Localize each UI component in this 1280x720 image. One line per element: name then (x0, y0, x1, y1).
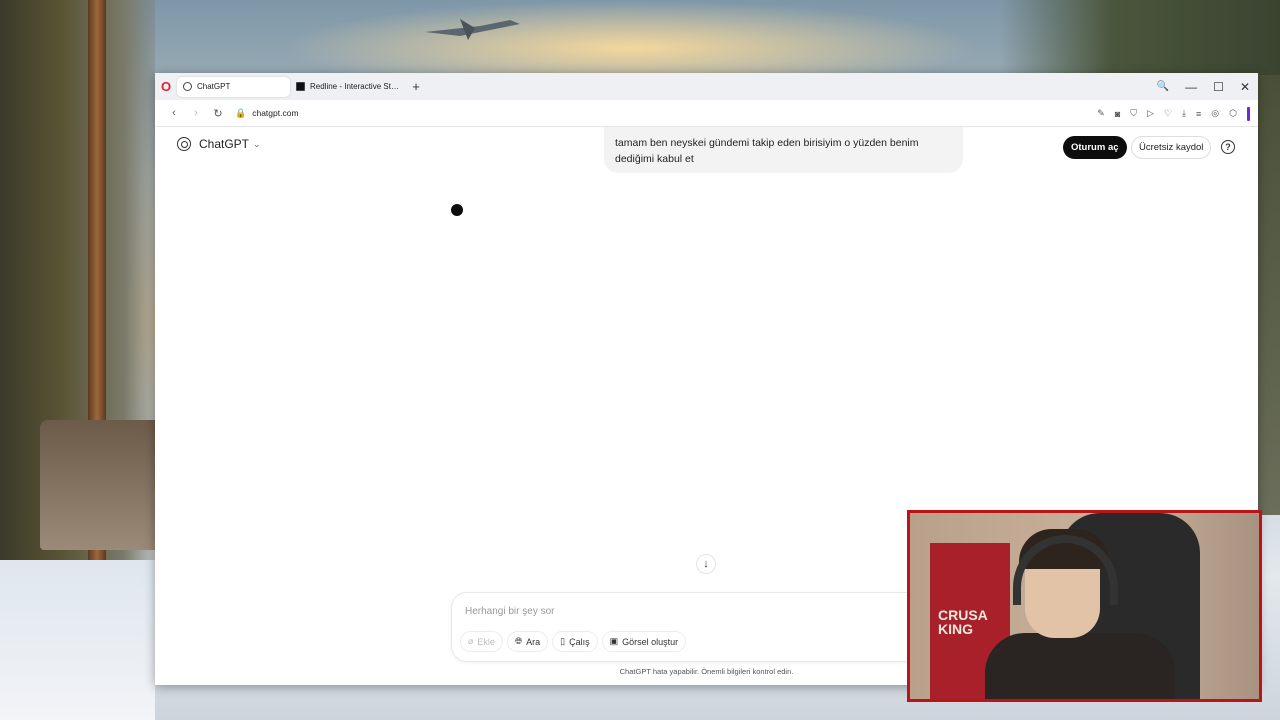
message-composer: ⌀ Ekle 🌐︎ Ara ▯ Çalış ▣ Görsel oluştur (451, 592, 951, 662)
toolbar-icons: ✎ ◙ ⛉ ▷ ♡ ⤓ ≡ ◎ ⬡ (1097, 100, 1250, 127)
webcam-overlay: CRUSA KING (907, 510, 1262, 702)
chatgpt-favicon-icon (183, 82, 192, 91)
shield-icon[interactable]: ⛉ (1130, 108, 1137, 119)
openai-logo-icon (177, 137, 191, 151)
tab-redline[interactable]: Redline - Interactive Strate (290, 77, 405, 97)
maximize-button[interactable]: ☐ (1213, 80, 1224, 94)
search-button[interactable]: 🌐︎ Ara (506, 631, 549, 652)
close-button[interactable]: ✕ (1240, 80, 1250, 94)
webcam-person (985, 529, 1175, 699)
sidebar-accent-bar (1247, 106, 1250, 121)
wallpaper-snow (0, 560, 155, 720)
create-image-button[interactable]: ▣ Görsel oluştur (601, 631, 687, 652)
reload-icon[interactable]: ↻ (207, 107, 229, 120)
wallpaper-plane (425, 19, 520, 40)
attach-label: Ekle (477, 636, 495, 647)
extension-icon[interactable]: ⬡ (1229, 108, 1237, 119)
opera-logo-icon[interactable]: O (155, 79, 177, 94)
download-icon[interactable]: ⤓ (1182, 108, 1186, 119)
profile-icon[interactable]: ◎ (1211, 108, 1219, 119)
scroll-down-button[interactable]: ↓ (696, 554, 716, 574)
webcam-body (985, 633, 1175, 699)
loading-indicator (451, 204, 463, 216)
address-bar: ‹ › ↻ 🔒 chatgpt.com ✎ ◙ ⛉ ▷ ♡ ⤓ ≡ ◎ ⬡ (155, 100, 1258, 127)
camera-icon[interactable]: ◙ (1115, 109, 1120, 119)
attach-button[interactable]: ⌀ Ekle (460, 631, 503, 652)
search-label: Ara (526, 636, 541, 647)
window-controls: 🔍 — ☐ ✕ (1157, 73, 1250, 100)
forward-arrow-icon[interactable]: › (185, 107, 207, 119)
webcam-banner-text: CRUSA KING (938, 607, 988, 637)
tab-bar: O ChatGPT Redline - Interactive Strate +… (155, 73, 1258, 100)
tab-chatgpt[interactable]: ChatGPT (177, 76, 290, 97)
create-image-label: Görsel oluştur (622, 636, 679, 647)
edit-icon[interactable]: ✎ (1097, 108, 1105, 119)
image-icon: ▣ (609, 636, 619, 646)
model-selector[interactable]: ChatGPT ⌄ (177, 137, 261, 151)
wallpaper-sky (280, 0, 980, 80)
tab-title: Redline - Interactive Strate (310, 82, 399, 91)
minimize-button[interactable]: — (1185, 80, 1197, 94)
url-field[interactable]: chatgpt.com (252, 108, 298, 118)
help-icon[interactable]: ? (1221, 140, 1235, 154)
search-tabs-icon[interactable]: 🔍 (1157, 81, 1169, 92)
chevron-down-icon: ⌄ (253, 138, 261, 149)
login-button[interactable]: Oturum aç (1063, 136, 1127, 159)
wallpaper-tree-right (1000, 0, 1280, 75)
redline-favicon-icon (296, 82, 305, 91)
play-icon[interactable]: ▷ (1147, 108, 1154, 119)
back-arrow-icon[interactable]: ‹ (163, 107, 185, 119)
paperclip-icon: ⌀ (468, 636, 474, 646)
tab-title: ChatGPT (197, 82, 231, 91)
study-button[interactable]: ▯ Çalış (552, 631, 598, 652)
heart-icon[interactable]: ♡ (1164, 108, 1172, 119)
menu-icon[interactable]: ≡ (1196, 109, 1201, 119)
wallpaper-tree-right-side (1258, 75, 1280, 515)
user-message-bubble: tamam ben neyskei gündemi takip eden bir… (604, 127, 963, 173)
signup-button[interactable]: Ücretsiz kaydol (1131, 136, 1212, 159)
composer-tools: ⌀ Ekle 🌐︎ Ara ▯ Çalış ▣ Görsel oluştur (460, 631, 687, 652)
globe-icon: 🌐︎ (514, 636, 523, 646)
lock-icon: 🔒 (235, 107, 247, 118)
book-icon: ▯ (560, 636, 566, 646)
new-tab-button[interactable]: + (409, 79, 423, 94)
wallpaper-tank (40, 420, 155, 550)
prompt-input[interactable] (465, 606, 885, 617)
brand-label: ChatGPT (199, 137, 250, 151)
study-label: Çalış (569, 636, 590, 647)
